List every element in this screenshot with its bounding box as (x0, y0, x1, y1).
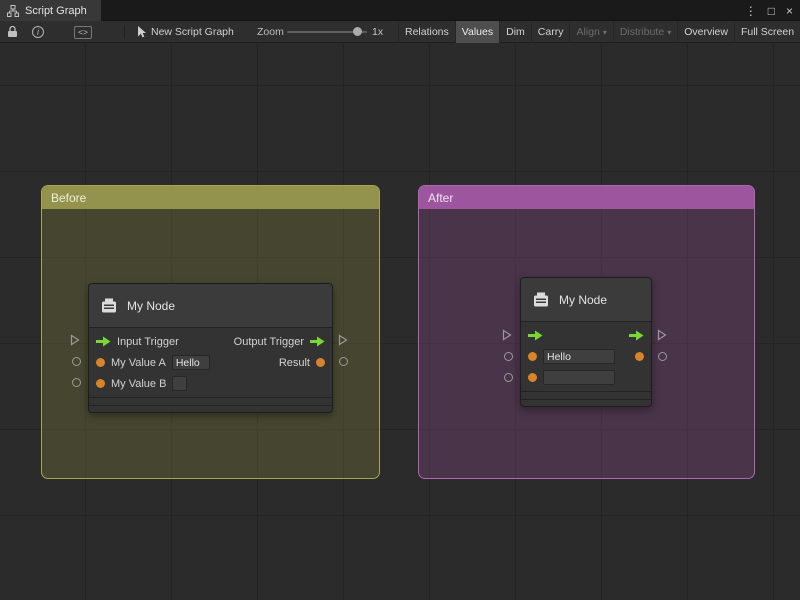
window-close-button[interactable]: × (786, 4, 793, 18)
align-button: Align ▾ (569, 21, 612, 43)
trigger-port-marker[interactable] (70, 334, 80, 346)
value-port-marker[interactable] (658, 352, 667, 361)
node-header: My Node (521, 278, 651, 322)
group-before-label: Before (51, 191, 86, 205)
value-port-marker[interactable] (339, 357, 348, 366)
node-divider (89, 397, 332, 398)
info-icon[interactable] (32, 26, 44, 38)
trigger-row: Input Trigger Output Trigger (89, 331, 332, 352)
node-title: My Node (559, 293, 607, 307)
zoom-label: Zoom (257, 21, 284, 43)
tab-title: Script Graph (25, 5, 87, 17)
script-graph-window: Script Graph ⋮ □ × <> New Script Graph Z… (0, 0, 800, 600)
caret-down-icon: ▾ (667, 28, 671, 37)
tab-script-graph[interactable]: Script Graph (0, 0, 101, 21)
after-node[interactable]: My Node (520, 277, 652, 407)
window-controls: ⋮ □ × (745, 0, 793, 21)
distribute-button: Distribute▾ (613, 21, 677, 43)
trigger-input-port-icon[interactable] (528, 330, 543, 341)
input-trigger-label: Input Trigger (117, 336, 179, 348)
output-trigger-label: Output Trigger (234, 336, 304, 348)
script-graph-icon (7, 5, 19, 17)
node-footer (521, 399, 651, 406)
trigger-port-marker[interactable] (338, 334, 348, 346)
zoom-slider-knob[interactable] (353, 27, 362, 36)
node-icon (99, 296, 119, 316)
trigger-port-marker[interactable] (502, 329, 512, 341)
my-value-b-input[interactable] (172, 376, 187, 391)
node-ports (521, 322, 651, 388)
group-before-header[interactable]: Before (42, 186, 379, 209)
trigger-port-marker[interactable] (657, 329, 667, 341)
overview-button[interactable]: Overview (677, 21, 734, 43)
distribute-button-label: Distribute (620, 26, 664, 38)
full-screen-button[interactable]: Full Screen (734, 21, 800, 43)
trigger-row (521, 325, 651, 346)
toolbar-buttons: Relations Values Dim Carry Align ▾ Distri… (398, 21, 800, 43)
result-port-icon[interactable] (316, 358, 325, 367)
value-port-marker[interactable] (72, 378, 81, 387)
value-a-port-icon[interactable] (528, 352, 537, 361)
my-value-a-input[interactable] (172, 355, 210, 370)
code-view-icon[interactable]: <> (74, 26, 92, 39)
my-value-a-label: My Value A (111, 357, 166, 369)
node-footer (89, 405, 332, 412)
trigger-output-port-icon[interactable] (629, 330, 644, 341)
my-value-b-label: My Value B (111, 378, 166, 390)
relations-button[interactable]: Relations (398, 21, 455, 43)
node-icon (531, 290, 551, 310)
value-a-row (521, 346, 651, 367)
node-divider (521, 391, 651, 392)
trigger-output-port-icon[interactable] (310, 336, 325, 347)
carry-button[interactable]: Carry (531, 21, 570, 43)
value-a-port-icon[interactable] (96, 358, 105, 367)
dim-button[interactable]: Dim (499, 21, 531, 43)
value-port-marker[interactable] (504, 373, 513, 382)
group-after-header[interactable]: After (419, 186, 754, 209)
graph-name: New Script Graph (151, 21, 234, 43)
zoom-value: 1x (372, 21, 383, 43)
value-a-row: My Value A Result (89, 352, 332, 373)
window-menu-button[interactable]: ⋮ (745, 4, 757, 18)
before-node[interactable]: My Node Input Trigger Output Trigger My … (88, 283, 333, 413)
graph-toolbar: <> New Script Graph Zoom 1x Relations Va… (0, 21, 800, 43)
value-port-marker[interactable] (504, 352, 513, 361)
result-label: Result (279, 357, 310, 369)
lock-icon[interactable] (7, 25, 18, 43)
graph-asset-icon (136, 25, 147, 38)
value-a-input[interactable] (543, 349, 615, 364)
caret-down-icon: ▾ (603, 28, 607, 37)
toolbar-separator (124, 25, 125, 39)
value-b-input[interactable] (543, 370, 615, 385)
value-port-marker[interactable] (72, 357, 81, 366)
node-title: My Node (127, 299, 175, 313)
value-b-port-icon[interactable] (528, 373, 537, 382)
node-ports: Input Trigger Output Trigger My Value A … (89, 328, 332, 394)
lock-icon-glyph (7, 25, 18, 38)
value-b-row (521, 367, 651, 388)
group-after-label: After (428, 191, 453, 205)
window-maximize-button[interactable]: □ (768, 4, 775, 18)
values-button[interactable]: Values (455, 21, 499, 43)
trigger-input-port-icon[interactable] (96, 336, 111, 347)
value-b-port-icon[interactable] (96, 379, 105, 388)
align-button-label: Align (576, 26, 599, 38)
node-header: My Node (89, 284, 332, 328)
value-b-row: My Value B (89, 373, 332, 394)
result-port-icon[interactable] (635, 352, 644, 361)
tab-bar: Script Graph ⋮ □ × (0, 0, 800, 21)
